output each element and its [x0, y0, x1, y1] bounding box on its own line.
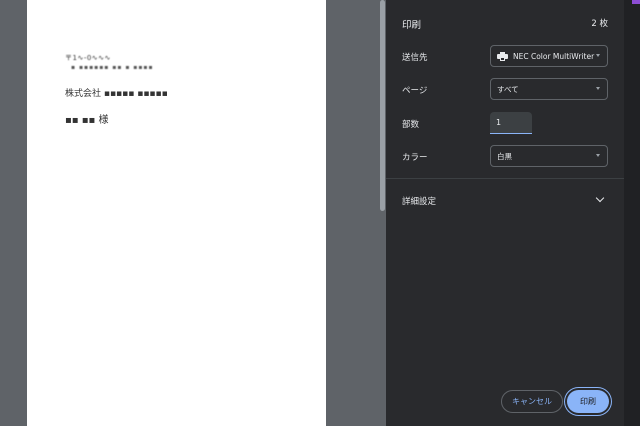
destination-select[interactable]: NEC Color MultiWriter	[490, 45, 608, 67]
window-accent	[632, 0, 640, 4]
postal-code: 〒1∿-0∿∿∿	[65, 54, 111, 62]
copies-input[interactable]: 1	[490, 112, 532, 134]
divider	[386, 178, 624, 179]
printer-icon	[497, 51, 508, 61]
cancel-button[interactable]: キャンセル	[501, 390, 563, 413]
sheet-count: 2 枚	[591, 19, 608, 29]
panel-title: 印刷	[402, 20, 422, 31]
copies-label: 部数	[402, 120, 420, 130]
color-value: 白黒	[497, 151, 512, 161]
preview-scrollbar-thumb[interactable]	[380, 0, 385, 211]
street-address: ▪ ▪▪▪▪▪▪ ▪▪ ▪ ▪▪▪▪	[71, 64, 154, 71]
more-settings-toggle[interactable]: 詳細設定	[402, 195, 436, 207]
pages-value: すべて	[497, 84, 519, 94]
preview-page: 〒1∿-0∿∿∿ ▪ ▪▪▪▪▪▪ ▪▪ ▪ ▪▪▪▪ 株式会社 ▪▪▪▪▪ ▪…	[27, 0, 326, 426]
destination-value: NEC Color MultiWriter	[513, 51, 595, 61]
chevron-down-icon	[596, 54, 600, 57]
print-preview-area: 〒1∿-0∿∿∿ ▪ ▪▪▪▪▪▪ ▪▪ ▪ ▪▪▪▪ 株式会社 ▪▪▪▪▪ ▪…	[0, 0, 378, 426]
destination-label: 送信先	[402, 53, 428, 63]
color-select[interactable]: 白黒	[490, 145, 608, 167]
recipient-name: ▪▪ ▪▪ 様	[65, 115, 109, 126]
pages-select[interactable]: すべて	[490, 78, 608, 100]
chevron-down-icon	[596, 87, 600, 90]
color-label: カラー	[402, 153, 428, 163]
expand-chevron-icon[interactable]	[595, 193, 605, 203]
company-name: 株式会社 ▪▪▪▪▪ ▪▪▪▪▪	[65, 89, 168, 99]
print-button[interactable]: 印刷	[567, 390, 609, 413]
pages-label: ページ	[402, 86, 428, 96]
chevron-down-icon	[596, 154, 600, 157]
print-settings-panel: 印刷 2 枚 送信先 NEC Color MultiWriter ページ すべて…	[386, 0, 624, 426]
window-edge	[624, 0, 640, 426]
